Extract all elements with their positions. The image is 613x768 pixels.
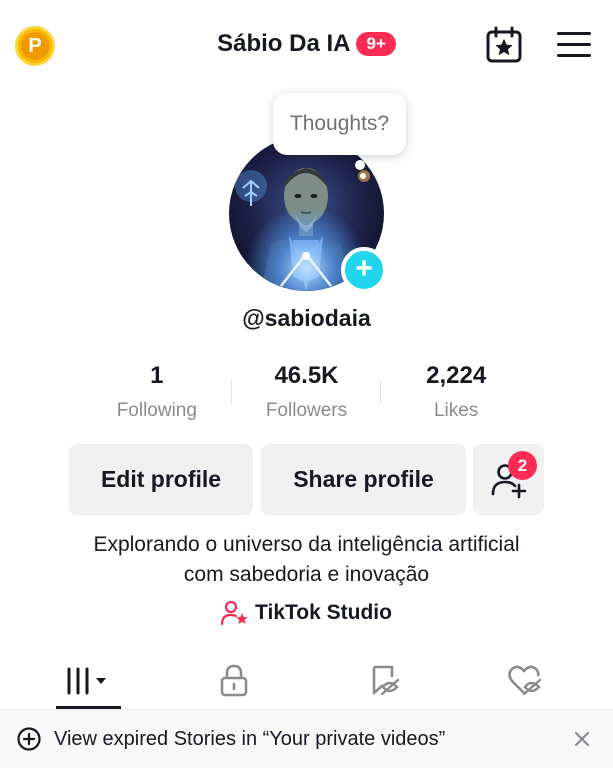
bio-line: com sabedoria e inovação bbox=[183, 563, 430, 586]
bio-line: Explorando o universo da inteligência ar… bbox=[93, 533, 520, 556]
followers-label: Followers bbox=[265, 400, 348, 421]
tiktok-studio-label: TikTok Studio bbox=[255, 601, 392, 624]
stat-divider bbox=[380, 380, 381, 404]
creator-star-icon bbox=[221, 600, 248, 626]
tiktok-studio-link[interactable]: TikTok Studio bbox=[0, 600, 613, 626]
thoughts-bubble[interactable]: Thoughts? bbox=[273, 93, 406, 155]
profile-header: P Sábio Da IA 9+ bbox=[0, 0, 613, 92]
calendar-star-button[interactable] bbox=[485, 26, 523, 64]
menu-button[interactable] bbox=[557, 32, 591, 60]
tab-private[interactable] bbox=[157, 650, 310, 710]
following-label: Following bbox=[116, 400, 197, 421]
close-icon bbox=[574, 731, 590, 747]
expired-stories-banner[interactable]: View expired Stories in “Your private vi… bbox=[0, 710, 613, 768]
menu-line bbox=[557, 43, 591, 46]
likes-label: Likes bbox=[433, 400, 479, 421]
bookmark-hidden-icon bbox=[372, 665, 399, 696]
account-name: Sábio Da IA bbox=[217, 30, 351, 57]
stat-following[interactable]: 1 Following bbox=[82, 362, 232, 426]
videos-grid-icon bbox=[67, 667, 106, 695]
friends-count-badge: 2 bbox=[508, 451, 537, 480]
menu-line bbox=[557, 32, 591, 35]
add-story-button[interactable]: + bbox=[341, 247, 387, 293]
plus-icon: + bbox=[355, 252, 373, 285]
add-friends-button[interactable] bbox=[473, 444, 544, 515]
likes-count: 2,224 bbox=[426, 362, 487, 389]
story-plus-icon bbox=[17, 727, 41, 751]
tab-reposts[interactable] bbox=[307, 650, 460, 710]
bubble-tail-dot bbox=[360, 173, 366, 179]
followers-count: 46.5K bbox=[274, 362, 339, 389]
share-profile-button[interactable]: Share profile bbox=[261, 444, 466, 515]
bubble-tail-dot bbox=[355, 160, 365, 170]
calendar-star-icon bbox=[486, 26, 522, 63]
username: @sabiodaia bbox=[242, 305, 371, 331]
thoughts-text: Thoughts? bbox=[289, 112, 390, 135]
stat-followers[interactable]: 46.5K Followers bbox=[232, 362, 382, 426]
notification-badge: 9+ bbox=[356, 31, 396, 57]
profile-stats: 1 Following 46.5K Followers 2,224 Likes bbox=[82, 362, 531, 426]
stat-likes[interactable]: 2,224 Likes bbox=[381, 362, 531, 426]
lock-icon bbox=[220, 664, 247, 697]
content-tabs bbox=[0, 650, 613, 710]
banner-text: View expired Stories in “Your private vi… bbox=[54, 727, 446, 750]
tab-videos[interactable] bbox=[12, 650, 165, 710]
bio: Explorando o universo da inteligência ar… bbox=[0, 530, 613, 590]
edit-profile-button[interactable]: Edit profile bbox=[69, 444, 253, 515]
tab-liked[interactable] bbox=[448, 650, 601, 710]
stat-divider bbox=[231, 380, 232, 404]
menu-line bbox=[557, 54, 591, 57]
heart-hidden-icon bbox=[507, 665, 541, 696]
following-count: 1 bbox=[150, 362, 164, 389]
close-banner-button[interactable] bbox=[571, 728, 593, 750]
